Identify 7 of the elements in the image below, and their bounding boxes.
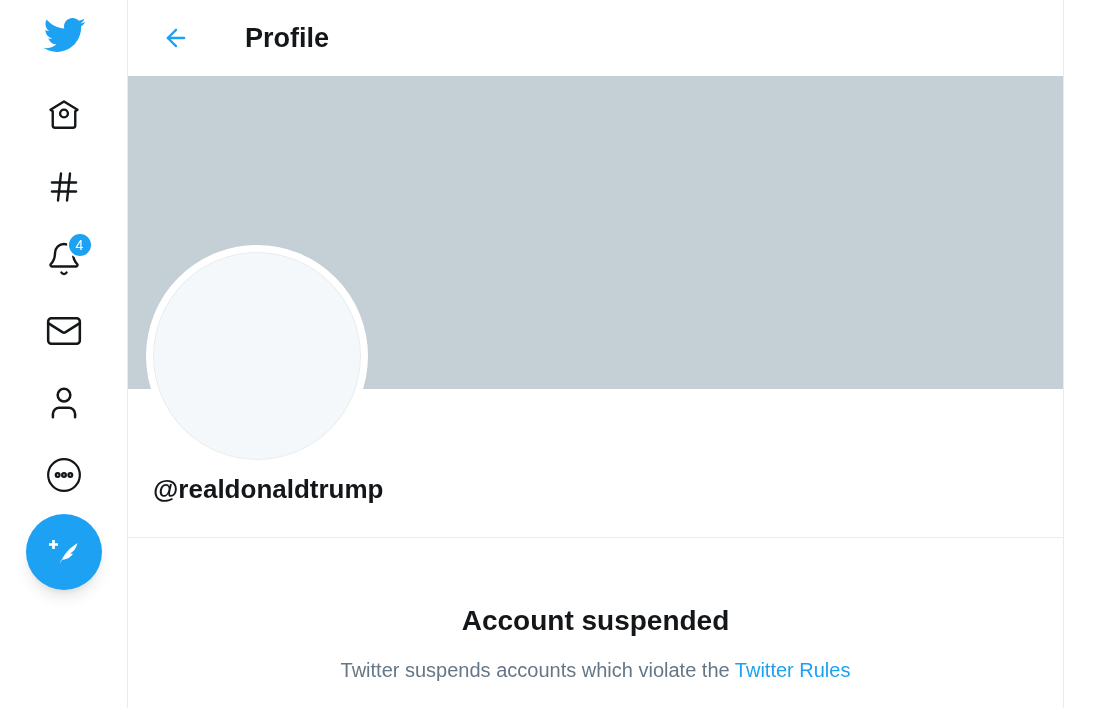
page-title: Profile: [245, 21, 330, 55]
suspended-title: Account suspended: [461, 604, 730, 638]
more-icon: [44, 456, 83, 494]
profile-handle: @realdonaldtrump: [153, 473, 385, 505]
notification-count-badge: 4: [66, 232, 93, 258]
twitter-rules-link[interactable]: Twitter Rules: [734, 659, 851, 681]
suspended-message: Twitter suspends accounts which violate the Twitter Rules: [340, 658, 851, 683]
